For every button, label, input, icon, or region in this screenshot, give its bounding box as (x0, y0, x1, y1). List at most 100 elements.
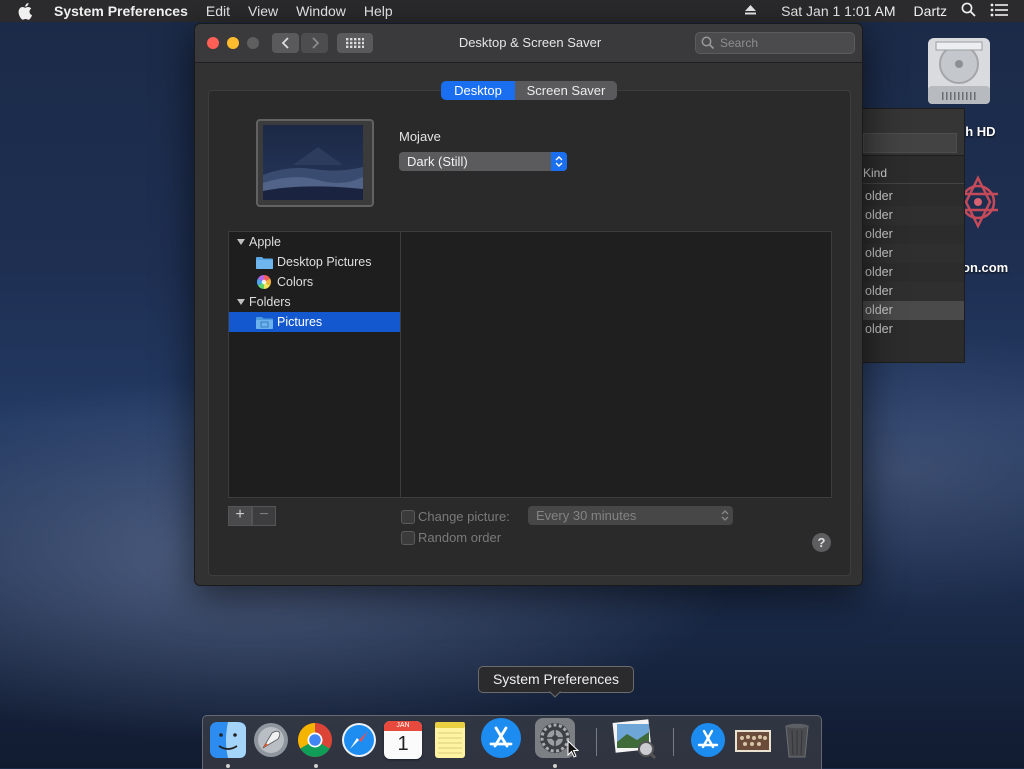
disclosure-triangle-icon[interactable] (236, 297, 246, 307)
finder-toolbar (863, 109, 964, 156)
apple-menu-icon[interactable] (18, 1, 38, 21)
source-item-desktop-pictures-label: Desktop Pictures (277, 255, 372, 269)
chevron-right-icon (311, 37, 319, 49)
spotlight-search-icon[interactable] (961, 2, 976, 20)
dock-separator (673, 728, 674, 756)
dock-separator (596, 728, 597, 756)
desktop-panel: Mojave Dark (Still) Apple Desktop Pictur… (208, 90, 851, 576)
remove-source-button[interactable]: − (252, 506, 276, 526)
source-group-folders-label: Folders (249, 295, 291, 309)
search-placeholder: Search (720, 36, 759, 50)
app-store-folder-icon[interactable] (689, 721, 727, 759)
close-button[interactable] (207, 37, 219, 49)
calendar-day: 1 (397, 733, 409, 755)
running-indicator (314, 764, 318, 768)
chrome-icon[interactable] (296, 721, 334, 759)
select-stepper-icon (551, 152, 567, 171)
finder-column-header[interactable]: Kind (863, 163, 964, 184)
finder-icon[interactable] (209, 721, 247, 759)
background-finder-window[interactable]: Kind older older older older older older… (862, 108, 965, 363)
finder-kind-header[interactable]: Kind (863, 166, 887, 180)
tooltip-arrow-icon (548, 690, 562, 698)
finder-row[interactable]: older (863, 187, 964, 206)
menu-window[interactable]: Window (296, 3, 346, 19)
wallpaper-name: Mojave (399, 129, 441, 144)
wallpaper-style-value: Dark (Still) (407, 154, 468, 169)
finder-row[interactable]: older (863, 244, 964, 263)
forward-button[interactable] (301, 33, 328, 53)
finder-row[interactable]: older (863, 206, 964, 225)
mouse-cursor-icon (567, 740, 579, 758)
menu-clock[interactable]: Sat Jan 1 1:01 AM (781, 3, 895, 19)
wallpaper-style-select[interactable]: Dark (Still) (399, 152, 567, 171)
finder-row[interactable]: older (863, 301, 964, 320)
finder-row[interactable]: older (863, 320, 964, 339)
trash-icon[interactable] (778, 721, 816, 759)
add-source-button[interactable]: + (228, 506, 252, 526)
source-group-folders[interactable]: Folders (229, 292, 400, 312)
menu-view[interactable]: View (248, 3, 278, 19)
change-interval-select[interactable]: Every 30 minutes (528, 506, 733, 525)
launchpad-icon[interactable] (252, 721, 290, 759)
website-shortcut-label[interactable]: on.com (962, 260, 1008, 275)
window-title: Desktop & Screen Saver (458, 35, 602, 50)
minimize-button[interactable] (227, 37, 239, 49)
help-button[interactable]: ? (812, 533, 831, 552)
desktop-screensaver-window: Desktop & Screen Saver Search Mojave Dar… (194, 23, 863, 586)
photos-stack-icon[interactable] (734, 721, 772, 759)
calendar-icon[interactable]: JAN 1 (384, 721, 422, 759)
finder-row[interactable]: older (863, 225, 964, 244)
back-button[interactable] (272, 33, 299, 53)
mojave-wallpaper-thumbnail (263, 125, 363, 200)
picture-grid[interactable] (400, 231, 832, 498)
random-order-checkbox[interactable] (401, 531, 415, 545)
search-icon (701, 36, 715, 50)
change-interval-value: Every 30 minutes (536, 508, 637, 523)
show-all-button[interactable] (337, 33, 373, 53)
hard-disk-icon[interactable] (922, 34, 996, 108)
running-indicator (553, 764, 557, 768)
source-item-pictures-label: Pictures (277, 315, 323, 329)
preview-icon[interactable] (611, 718, 657, 760)
source-item-colors-label: Colors (277, 275, 314, 289)
eject-icon[interactable] (744, 3, 757, 19)
select-stepper-icon (721, 510, 729, 521)
tab-desktop[interactable]: Desktop (441, 81, 515, 100)
dock-tooltip: System Preferences (478, 666, 634, 693)
chevron-left-icon (281, 37, 289, 49)
source-group-apple[interactable]: Apple (229, 232, 400, 252)
wallpaper-preview[interactable] (256, 119, 374, 207)
menu-edit[interactable]: Edit (206, 3, 230, 19)
finder-search-field[interactable] (863, 133, 957, 153)
source-group-apple-label: Apple (249, 235, 281, 249)
app-store-icon[interactable] (479, 716, 523, 760)
source-list[interactable]: Apple Desktop Pictures Colors Folders Pi… (228, 231, 401, 498)
safari-icon[interactable] (340, 721, 378, 759)
random-order-label: Random order (418, 530, 502, 545)
window-titlebar[interactable]: Desktop & Screen Saver Search (195, 24, 862, 63)
notes-icon[interactable] (431, 721, 469, 759)
notification-center-icon[interactable] (990, 3, 1008, 20)
source-item-colors[interactable]: Colors (229, 272, 400, 292)
source-item-desktop-pictures[interactable]: Desktop Pictures (229, 252, 400, 272)
menu-help[interactable]: Help (364, 3, 393, 19)
menu-user[interactable]: Dartz (914, 3, 947, 19)
dock: JAN 1 (202, 715, 822, 769)
tab-screen-saver[interactable]: Screen Saver (515, 81, 617, 100)
source-item-pictures[interactable]: Pictures (229, 312, 400, 332)
finder-row[interactable]: older (863, 263, 964, 282)
calendar-month: JAN (384, 721, 422, 731)
folder-icon (256, 256, 273, 269)
search-field[interactable]: Search (695, 32, 855, 54)
menu-app-name[interactable]: System Preferences (54, 3, 188, 19)
menu-bar: System Preferences Edit View Window Help… (0, 0, 1024, 22)
disclosure-triangle-icon[interactable] (236, 237, 246, 247)
pictures-folder-icon (256, 316, 273, 329)
color-wheel-icon (257, 275, 271, 289)
running-indicator (226, 764, 230, 768)
tab-bar: Desktop Screen Saver (441, 81, 617, 100)
zoom-button[interactable] (247, 37, 259, 49)
change-picture-label: Change picture: (418, 509, 510, 524)
change-picture-checkbox[interactable] (401, 510, 415, 524)
finder-row[interactable]: older (863, 282, 964, 301)
